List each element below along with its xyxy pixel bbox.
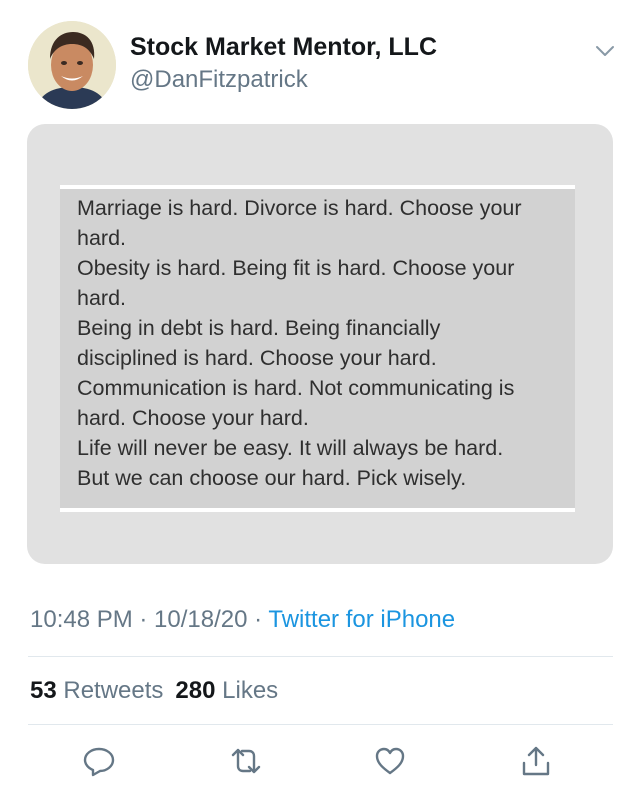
chevron-down-icon[interactable] [594,40,616,62]
share-icon [522,746,550,776]
reply-button[interactable] [80,742,118,780]
image-text-line: hard. Choose your hard. [77,406,309,430]
image-text-line: hard. [77,286,127,310]
image-text-line: Life will never be easy. It will always … [77,436,504,460]
image-text-line: disciplined is hard. Choose your hard. [77,346,437,370]
reply-icon [83,747,115,777]
image-text-line: Communication is hard. Not communicating… [77,376,515,400]
quote-image: Marriage is hard. Divorce is hard. Choos… [60,185,575,512]
image-text-line: Being in debt is hard. Being financially [77,316,441,340]
avatar[interactable] [28,21,116,109]
retweet-icon [231,748,261,774]
display-name[interactable]: Stock Market Mentor, LLC [130,33,437,62]
likes-stat[interactable]: 280 Likes [175,677,278,704]
divider [28,656,613,657]
user-handle[interactable]: @DanFitzpatrick [130,66,308,94]
tweet-meta: 10:48 PM · 10/18/20 · Twitter for iPhone [30,606,455,634]
image-text-line: hard. [77,226,127,250]
tweet-stats: 53 Retweets 280 Likes [30,677,278,705]
image-text-line: Obesity is hard. Being fit is hard. Choo… [77,256,515,280]
image-text: Marriage is hard. Divorce is hard. Choos… [77,193,565,493]
divider [28,724,613,725]
like-button[interactable] [371,742,409,780]
retweet-button[interactable] [227,742,265,780]
image-text-line: Marriage is hard. Divorce is hard. Choos… [77,196,522,220]
retweets-label: Retweets [63,677,164,704]
retweets-count: 53 [30,677,57,704]
likes-label: Likes [222,677,279,704]
heart-icon [375,747,405,775]
timestamp[interactable]: 10:48 PM · 10/18/20 · [30,606,268,633]
source-link[interactable]: Twitter for iPhone [268,606,455,633]
likes-count: 280 [175,677,216,704]
share-button[interactable] [517,742,555,780]
image-text-line: But we can choose our hard. Pick wisely. [77,466,467,490]
retweets-stat[interactable]: 53 Retweets [30,677,163,704]
